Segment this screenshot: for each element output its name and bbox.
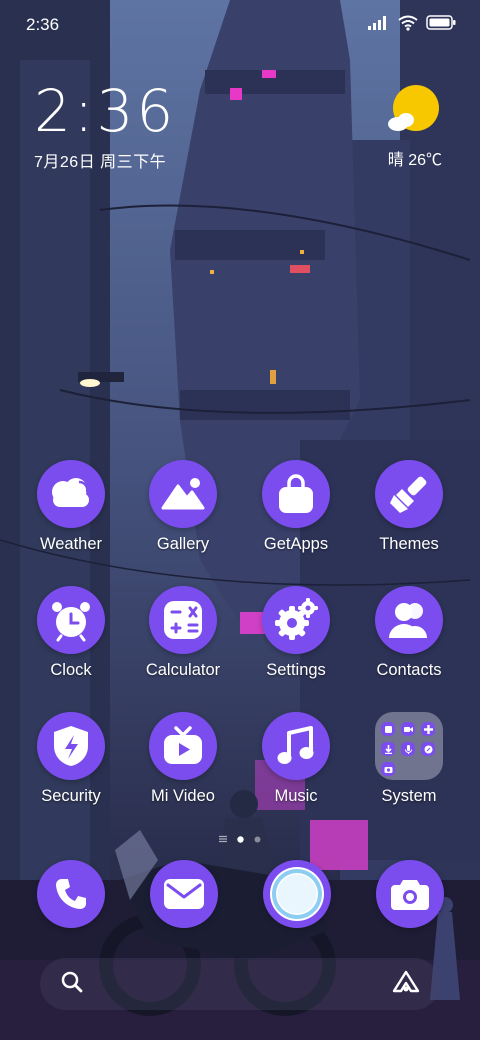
gallery-mountain-icon bbox=[149, 460, 217, 528]
app-system-folder[interactable]: System bbox=[353, 712, 465, 806]
assistant-icon[interactable] bbox=[392, 970, 420, 999]
weather-cloud-icon bbox=[37, 460, 105, 528]
app-label: Weather bbox=[39, 535, 103, 553]
app-label: Themes bbox=[379, 535, 439, 553]
app-music[interactable]: Music bbox=[240, 712, 352, 806]
dock-browser[interactable] bbox=[263, 860, 331, 928]
app-mi-video[interactable]: Mi Video bbox=[127, 712, 239, 806]
app-label: Gallery bbox=[156, 535, 210, 553]
partly-sunny-icon bbox=[386, 85, 442, 144]
page-dot-active bbox=[237, 830, 244, 848]
browser-icon bbox=[263, 860, 331, 928]
battery-icon bbox=[426, 15, 456, 35]
calculator-icon bbox=[149, 586, 217, 654]
search-bar[interactable] bbox=[40, 958, 440, 1010]
paintbrush-icon bbox=[375, 460, 443, 528]
shopping-bag-icon bbox=[262, 460, 330, 528]
search-icon[interactable] bbox=[60, 970, 84, 999]
app-security[interactable]: Security bbox=[15, 712, 127, 806]
app-label: Contacts bbox=[376, 661, 442, 679]
app-gallery[interactable]: Gallery bbox=[127, 460, 239, 554]
app-settings[interactable]: Settings bbox=[240, 586, 352, 680]
app-calculator[interactable]: Calculator bbox=[127, 586, 239, 680]
music-note-icon bbox=[262, 712, 330, 780]
gears-icon bbox=[262, 586, 330, 654]
security-shield-icon bbox=[37, 712, 105, 780]
app-contacts[interactable]: Contacts bbox=[353, 586, 465, 680]
app-label: Security bbox=[41, 787, 101, 805]
camera-icon bbox=[376, 860, 444, 928]
status-bar: 2:36 bbox=[0, 0, 480, 50]
app-weather[interactable]: Weather bbox=[15, 460, 127, 554]
dock-mail[interactable] bbox=[150, 860, 218, 928]
clock-widget[interactable]: 2:36 7月26日 周三下午 bbox=[34, 80, 176, 172]
weather-text: 晴 26℃ bbox=[387, 152, 442, 169]
wifi-icon bbox=[398, 15, 418, 36]
status-time: 2:36 bbox=[26, 15, 60, 34]
alarm-clock-icon bbox=[37, 586, 105, 654]
app-label: Music bbox=[274, 787, 318, 805]
app-label: Settings bbox=[266, 661, 326, 679]
widget-time: 2:36 bbox=[34, 77, 177, 145]
signal-icon bbox=[368, 15, 390, 35]
contacts-people-icon bbox=[375, 586, 443, 654]
app-clock[interactable]: Clock bbox=[15, 586, 127, 680]
page-list-icon bbox=[219, 830, 227, 848]
folder-icon bbox=[375, 712, 443, 780]
page-indicator[interactable] bbox=[0, 830, 480, 848]
status-icons bbox=[368, 15, 456, 36]
tv-play-icon bbox=[149, 712, 217, 780]
phone-icon bbox=[37, 860, 105, 928]
mail-icon bbox=[150, 860, 218, 928]
widget-date: 7月26日 周三下午 bbox=[34, 154, 167, 171]
app-label: GetApps bbox=[263, 535, 329, 553]
app-themes[interactable]: Themes bbox=[353, 460, 465, 554]
dock-phone[interactable] bbox=[37, 860, 105, 928]
page-dot bbox=[254, 830, 261, 848]
app-label: Mi Video bbox=[151, 787, 215, 805]
weather-widget[interactable] bbox=[382, 84, 442, 145]
dock-camera[interactable] bbox=[376, 860, 444, 928]
app-getapps[interactable]: GetApps bbox=[240, 460, 352, 554]
app-label: Clock bbox=[50, 661, 92, 679]
app-label: System bbox=[381, 787, 437, 805]
app-label: Calculator bbox=[145, 661, 221, 679]
